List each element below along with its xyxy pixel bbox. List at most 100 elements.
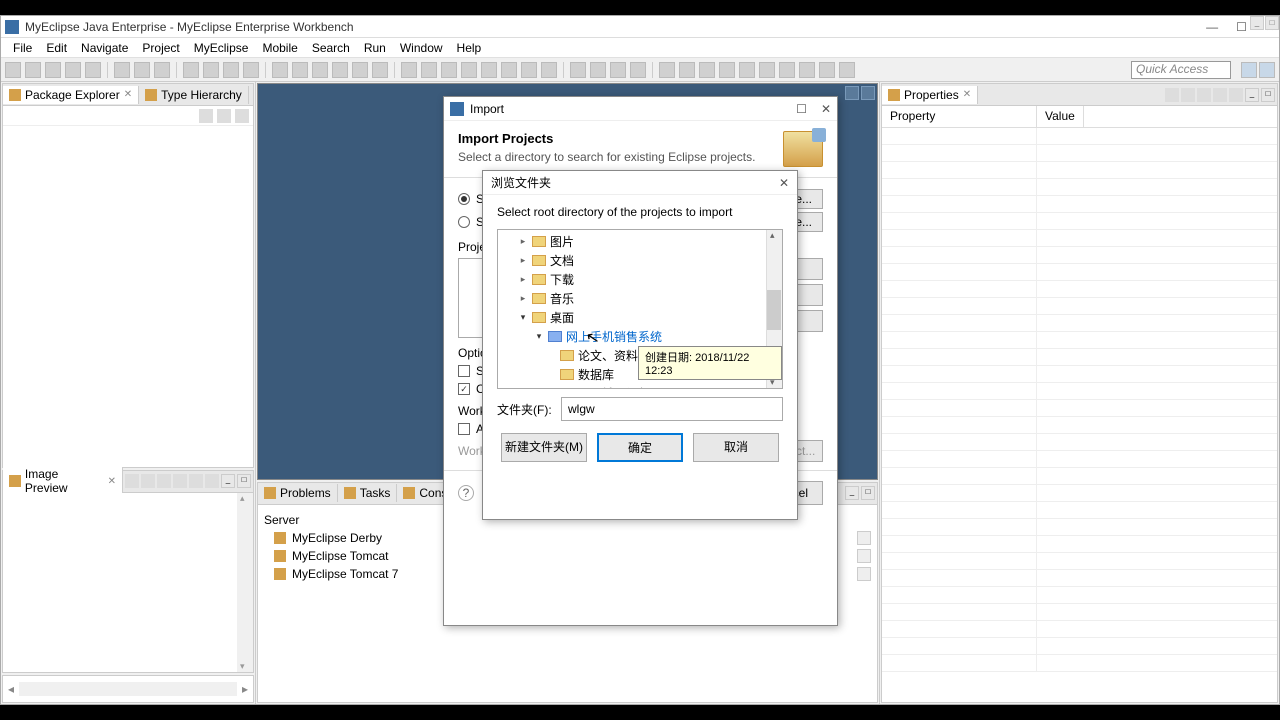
toolbar-icon[interactable] [839,62,855,78]
menu-icon[interactable] [235,109,249,123]
menu-file[interactable]: File [7,39,38,57]
toolbar-icon[interactable] [125,474,139,488]
menu-mobile[interactable]: Mobile [256,39,303,57]
toolbar-icon[interactable] [154,62,170,78]
toolbar-icon[interactable] [141,474,155,488]
menu-run[interactable]: Run [358,39,392,57]
close-icon[interactable]: ✕ [108,476,116,487]
toolbar-icon[interactable] [205,474,219,488]
tab-type-hierarchy[interactable]: Type Hierarchy [139,86,249,104]
maximize-view-icon[interactable]: □ [861,486,875,500]
toolbar-icon[interactable] [5,62,21,78]
toolbar-icon[interactable] [352,62,368,78]
server-action-icon[interactable] [857,549,871,563]
checkbox-copy-projects[interactable] [458,383,470,395]
toolbar-icon[interactable] [481,62,497,78]
tree-item[interactable]: ▸下载 [500,270,780,289]
radio-archive-file[interactable] [458,216,470,228]
chevron-right-icon[interactable]: ▸ [518,274,528,285]
quick-access-input[interactable]: Quick Access [1131,61,1231,79]
checkbox-add-workingset[interactable] [458,423,470,435]
minimize-button[interactable]: — [1206,20,1218,34]
toolbar-icon[interactable] [189,474,203,488]
toolbar-icon[interactable] [421,62,437,78]
toolbar-icon[interactable] [819,62,835,78]
toolbar-icon[interactable] [699,62,715,78]
toolbar-icon[interactable] [1165,88,1179,102]
maximize-button[interactable]: ☐ [1236,20,1247,34]
column-property[interactable]: Property [882,106,1037,127]
perspective-icon[interactable] [1241,62,1257,78]
toolbar-icon[interactable] [441,62,457,78]
maximize-view-icon[interactable]: □ [237,474,251,488]
close-button[interactable]: ✕ [779,176,789,190]
toolbar-icon[interactable] [659,62,675,78]
toolbar-icon[interactable] [521,62,537,78]
toolbar-icon[interactable] [630,62,646,78]
tree-item[interactable]: ▾桌面 [500,308,780,327]
minimize-view-icon[interactable]: _ [1245,88,1259,102]
ok-button[interactable]: 确定 [597,433,683,462]
toolbar-icon[interactable] [332,62,348,78]
toolbar-icon[interactable] [183,62,199,78]
perspective-icon[interactable] [1259,62,1275,78]
toolbar-icon[interactable] [223,62,239,78]
menu-project[interactable]: Project [136,39,185,57]
toolbar-icon[interactable] [719,62,735,78]
collapse-icon[interactable] [199,109,213,123]
menu-help[interactable]: Help [451,39,488,57]
tree-item-selected[interactable]: ▾网上手机销售系统 [500,327,780,346]
toolbar-icon[interactable] [590,62,606,78]
menu-edit[interactable]: Edit [40,39,73,57]
toolbar-icon[interactable] [173,474,187,488]
minimize-view-icon[interactable]: _ [845,486,859,500]
maximize-view-icon[interactable]: □ [1261,88,1275,102]
toolbar-icon[interactable] [779,62,795,78]
toolbar-icon[interactable] [799,62,815,78]
chevron-right-icon[interactable]: ▸ [518,293,528,304]
server-action-icon[interactable] [857,531,871,545]
chevron-right-icon[interactable]: ▸ [518,236,528,247]
tree-item[interactable]: ▸文档 [500,251,780,270]
scroll-right-icon[interactable]: ▸ [237,676,253,702]
menu-myeclipse[interactable]: MyEclipse [188,39,255,57]
menu-navigate[interactable]: Navigate [75,39,134,57]
tree-item[interactable]: 项目辅导视频 [500,384,780,389]
toolbar-icon[interactable] [1181,88,1195,102]
maximize-view-icon[interactable]: □ [1265,16,1279,30]
maximize-editor-icon[interactable] [861,86,875,100]
chevron-right-icon[interactable]: ▸ [518,255,528,266]
menu-window[interactable]: Window [394,39,449,57]
checkbox-search-nested[interactable] [458,365,470,377]
toolbar-icon[interactable] [45,62,61,78]
tab-package-explorer[interactable]: Package Explorer ✕ [3,86,139,104]
toolbar-icon[interactable] [679,62,695,78]
chevron-down-icon[interactable]: ▾ [534,331,544,342]
minimize-editor-icon[interactable] [845,86,859,100]
radio-root-directory[interactable] [458,193,470,205]
minimize-view-icon[interactable]: _ [1250,16,1264,30]
toolbar-icon[interactable] [85,62,101,78]
close-icon[interactable]: ✕ [963,89,971,100]
menu-icon[interactable] [1229,88,1243,102]
toolbar-icon[interactable] [739,62,755,78]
cancel-button[interactable]: 取消 [693,433,779,462]
scrollbar-thumb[interactable] [767,290,781,330]
chevron-down-icon[interactable]: ▾ [518,312,528,323]
toolbar-icon[interactable] [292,62,308,78]
toolbar-icon[interactable] [372,62,388,78]
tab-tasks[interactable]: Tasks [338,484,398,502]
toolbar-icon[interactable] [272,62,288,78]
toolbar-icon[interactable] [541,62,557,78]
toolbar-icon[interactable] [461,62,477,78]
tab-properties[interactable]: Properties ✕ [882,86,978,104]
folder-field-input[interactable] [561,397,783,421]
toolbar-icon[interactable] [1197,88,1211,102]
toolbar-icon[interactable] [501,62,517,78]
toolbar-icon[interactable] [65,62,81,78]
folder-tree[interactable]: ▸图片 ▸文档 ▸下载 ▸音乐 ▾桌面 ▾网上手机销售系统 论文、资料 数据库 … [497,229,783,389]
column-value[interactable]: Value [1037,106,1084,127]
toolbar-icon[interactable] [25,62,41,78]
minimize-view-icon[interactable]: _ [221,474,235,488]
new-folder-button[interactable]: 新建文件夹(M) [501,433,587,462]
